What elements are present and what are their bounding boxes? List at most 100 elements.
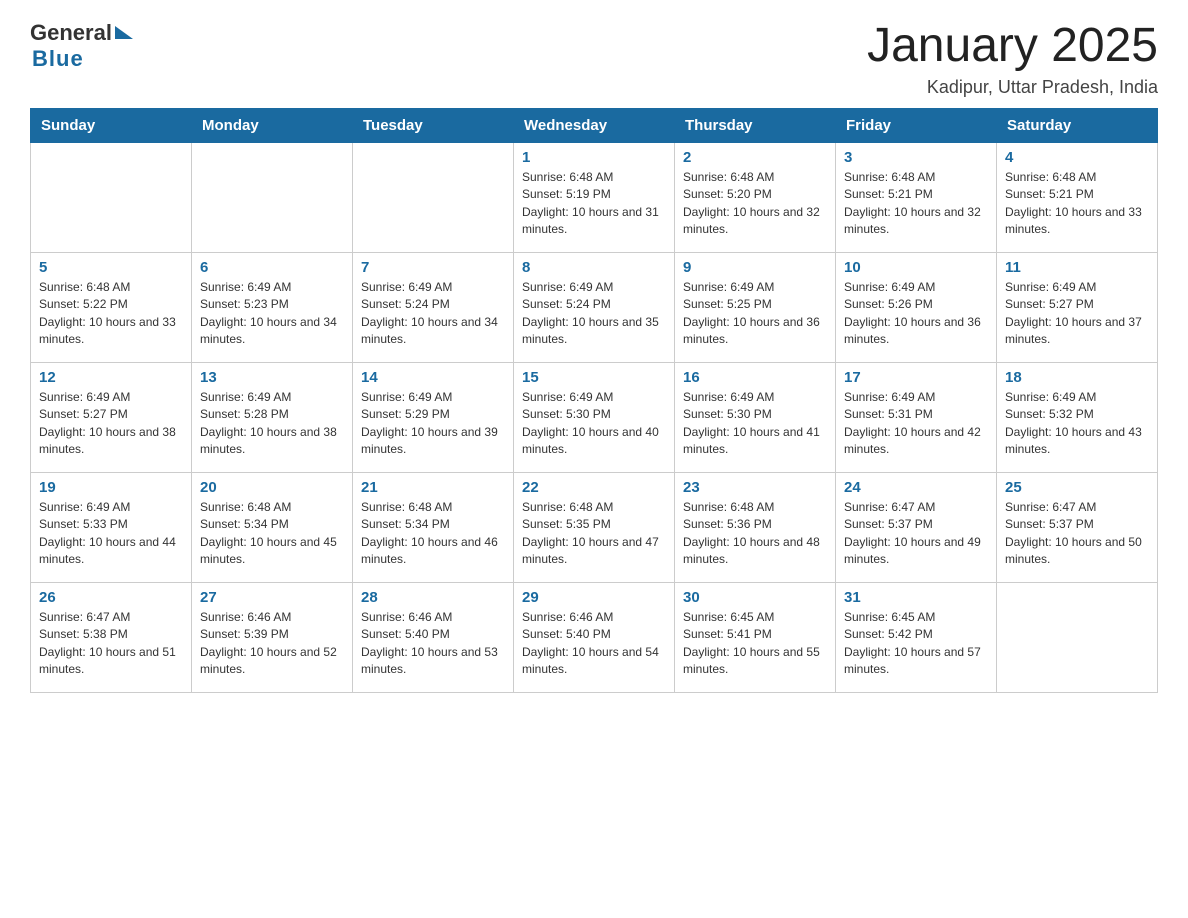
day-number: 29 <box>522 589 666 606</box>
calendar-cell: 23Sunrise: 6:48 AMSunset: 5:36 PMDayligh… <box>675 472 836 582</box>
day-number: 2 <box>683 149 827 166</box>
day-info: Sunrise: 6:49 AMSunset: 5:29 PMDaylight:… <box>361 389 505 459</box>
day-number: 25 <box>1005 479 1149 496</box>
calendar-cell: 11 Sunrise: 6:49 AMSunset: 5:27 PMDayligh… <box>997 252 1158 362</box>
weekday-header-monday: Monday <box>192 108 353 142</box>
day-info: Sunrise: 6:49 AMSunset: 5:25 PMDaylight:… <box>683 279 827 349</box>
logo-blue-text: Blue <box>32 46 84 72</box>
day-number: 21 <box>361 479 505 496</box>
day-info: Sunrise: 6:48 AMSunset: 5:34 PMDaylight:… <box>200 499 344 569</box>
calendar-cell: 21Sunrise: 6:48 AMSunset: 5:34 PMDayligh… <box>353 472 514 582</box>
calendar-cell: 9 Sunrise: 6:49 AMSunset: 5:25 PMDaylight… <box>675 252 836 362</box>
day-info: Sunrise: 6:48 AMSunset: 5:21 PMDaylight:… <box>1005 169 1149 239</box>
day-info: Sunrise: 6:48 AMSunset: 5:36 PMDaylight:… <box>683 499 827 569</box>
calendar-cell: 28 Sunrise: 6:46 AMSunset: 5:40 PMDayligh… <box>353 582 514 692</box>
day-number: 5 <box>39 259 183 276</box>
day-info: Sunrise: 6:49 AMSunset: 5:27 PMDaylight:… <box>39 389 183 459</box>
calendar-cell: 18 Sunrise: 6:49 AMSunset: 5:32 PMDayligh… <box>997 362 1158 472</box>
day-info: Sunrise: 6:49 AMSunset: 5:28 PMDaylight:… <box>200 389 344 459</box>
day-number: 8 <box>522 259 666 276</box>
calendar-cell <box>192 142 353 252</box>
day-number: 27 <box>200 589 344 606</box>
calendar-cell: 8 Sunrise: 6:49 AMSunset: 5:24 PMDaylight… <box>514 252 675 362</box>
calendar-cell: 26Sunrise: 6:47 AMSunset: 5:38 PMDayligh… <box>31 582 192 692</box>
day-number: 19 <box>39 479 183 496</box>
day-number: 28 <box>361 589 505 606</box>
day-number: 7 <box>361 259 505 276</box>
day-number: 20 <box>200 479 344 496</box>
calendar-table: SundayMondayTuesdayWednesdayThursdayFrid… <box>30 108 1158 693</box>
weekday-header-tuesday: Tuesday <box>353 108 514 142</box>
calendar-cell: 16 Sunrise: 6:49 AMSunset: 5:30 PMDayligh… <box>675 362 836 472</box>
day-number: 16 <box>683 369 827 386</box>
calendar-cell: 1 Sunrise: 6:48 AMSunset: 5:19 PMDaylight… <box>514 142 675 252</box>
day-number: 26 <box>39 589 183 606</box>
calendar-cell: 25Sunrise: 6:47 AMSunset: 5:37 PMDayligh… <box>997 472 1158 582</box>
calendar-week-4: 19 Sunrise: 6:49 AMSunset: 5:33 PMDayligh… <box>31 472 1158 582</box>
calendar-cell <box>31 142 192 252</box>
day-number: 3 <box>844 149 988 166</box>
day-info: Sunrise: 6:45 AMSunset: 5:42 PMDaylight:… <box>844 609 988 679</box>
day-info: Sunrise: 6:48 AMSunset: 5:21 PMDaylight:… <box>844 169 988 239</box>
calendar-cell: 17Sunrise: 6:49 AMSunset: 5:31 PMDayligh… <box>836 362 997 472</box>
day-number: 9 <box>683 259 827 276</box>
day-number: 10 <box>844 259 988 276</box>
day-number: 12 <box>39 369 183 386</box>
day-number: 4 <box>1005 149 1149 166</box>
day-info: Sunrise: 6:49 AMSunset: 5:24 PMDaylight:… <box>361 279 505 349</box>
day-info: Sunrise: 6:49 AMSunset: 5:26 PMDaylight:… <box>844 279 988 349</box>
calendar-cell: 13Sunrise: 6:49 AMSunset: 5:28 PMDayligh… <box>192 362 353 472</box>
day-info: Sunrise: 6:49 AMSunset: 5:31 PMDaylight:… <box>844 389 988 459</box>
calendar-title: January 2025 <box>867 20 1158 73</box>
day-info: Sunrise: 6:48 AMSunset: 5:19 PMDaylight:… <box>522 169 666 239</box>
calendar-cell: 20 Sunrise: 6:48 AMSunset: 5:34 PMDayligh… <box>192 472 353 582</box>
calendar-cell: 30Sunrise: 6:45 AMSunset: 5:41 PMDayligh… <box>675 582 836 692</box>
calendar-week-1: 1 Sunrise: 6:48 AMSunset: 5:19 PMDaylight… <box>31 142 1158 252</box>
calendar-cell: 12 Sunrise: 6:49 AMSunset: 5:27 PMDayligh… <box>31 362 192 472</box>
day-number: 11 <box>1005 259 1149 276</box>
calendar-subtitle: Kadipur, Uttar Pradesh, India <box>867 77 1158 98</box>
day-number: 6 <box>200 259 344 276</box>
logo-general-text: General <box>30 20 112 46</box>
calendar-cell: 10 Sunrise: 6:49 AMSunset: 5:26 PMDayligh… <box>836 252 997 362</box>
weekday-header-saturday: Saturday <box>997 108 1158 142</box>
day-info: Sunrise: 6:49 AMSunset: 5:33 PMDaylight:… <box>39 499 183 569</box>
calendar-cell: 14 Sunrise: 6:49 AMSunset: 5:29 PMDayligh… <box>353 362 514 472</box>
weekday-header-sunday: Sunday <box>31 108 192 142</box>
calendar-cell <box>353 142 514 252</box>
calendar-cell: 19 Sunrise: 6:49 AMSunset: 5:33 PMDayligh… <box>31 472 192 582</box>
calendar-cell: 31 Sunrise: 6:45 AMSunset: 5:42 PMDayligh… <box>836 582 997 692</box>
calendar-cell: 24Sunrise: 6:47 AMSunset: 5:37 PMDayligh… <box>836 472 997 582</box>
calendar-cell: 6Sunrise: 6:49 AMSunset: 5:23 PMDaylight… <box>192 252 353 362</box>
calendar-week-5: 26Sunrise: 6:47 AMSunset: 5:38 PMDayligh… <box>31 582 1158 692</box>
title-block: January 2025 Kadipur, Uttar Pradesh, Ind… <box>867 20 1158 98</box>
calendar-cell: 2Sunrise: 6:48 AMSunset: 5:20 PMDaylight… <box>675 142 836 252</box>
day-number: 15 <box>522 369 666 386</box>
logo-triangle-icon <box>115 26 133 39</box>
day-info: Sunrise: 6:46 AMSunset: 5:40 PMDaylight:… <box>361 609 505 679</box>
calendar-cell: 29Sunrise: 6:46 AMSunset: 5:40 PMDayligh… <box>514 582 675 692</box>
logo: General Blue <box>30 20 133 72</box>
day-info: Sunrise: 6:45 AMSunset: 5:41 PMDaylight:… <box>683 609 827 679</box>
day-info: Sunrise: 6:49 AMSunset: 5:32 PMDaylight:… <box>1005 389 1149 459</box>
day-number: 22 <box>522 479 666 496</box>
day-info: Sunrise: 6:48 AMSunset: 5:22 PMDaylight:… <box>39 279 183 349</box>
day-info: Sunrise: 6:48 AMSunset: 5:35 PMDaylight:… <box>522 499 666 569</box>
day-info: Sunrise: 6:49 AMSunset: 5:27 PMDaylight:… <box>1005 279 1149 349</box>
weekday-header-row: SundayMondayTuesdayWednesdayThursdayFrid… <box>31 108 1158 142</box>
day-number: 14 <box>361 369 505 386</box>
calendar-header: SundayMondayTuesdayWednesdayThursdayFrid… <box>31 108 1158 142</box>
day-info: Sunrise: 6:49 AMSunset: 5:24 PMDaylight:… <box>522 279 666 349</box>
calendar-week-2: 5 Sunrise: 6:48 AMSunset: 5:22 PMDaylight… <box>31 252 1158 362</box>
day-number: 31 <box>844 589 988 606</box>
calendar-week-3: 12 Sunrise: 6:49 AMSunset: 5:27 PMDayligh… <box>31 362 1158 472</box>
calendar-body: 1 Sunrise: 6:48 AMSunset: 5:19 PMDaylight… <box>31 142 1158 692</box>
calendar-cell: 3 Sunrise: 6:48 AMSunset: 5:21 PMDaylight… <box>836 142 997 252</box>
day-number: 1 <box>522 149 666 166</box>
calendar-cell: 7 Sunrise: 6:49 AMSunset: 5:24 PMDaylight… <box>353 252 514 362</box>
day-number: 18 <box>1005 369 1149 386</box>
day-info: Sunrise: 6:49 AMSunset: 5:30 PMDaylight:… <box>683 389 827 459</box>
weekday-header-thursday: Thursday <box>675 108 836 142</box>
calendar-cell: 5 Sunrise: 6:48 AMSunset: 5:22 PMDaylight… <box>31 252 192 362</box>
day-info: Sunrise: 6:49 AMSunset: 5:30 PMDaylight:… <box>522 389 666 459</box>
